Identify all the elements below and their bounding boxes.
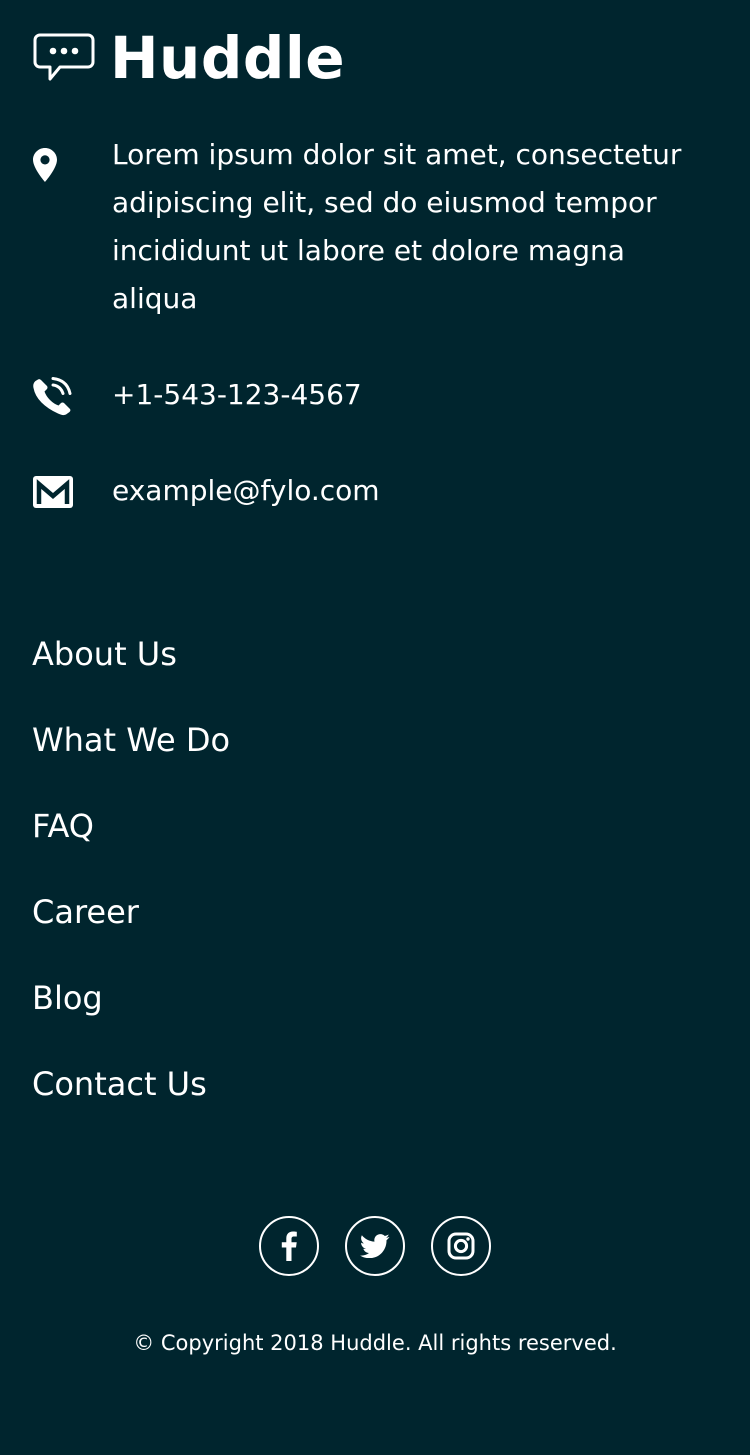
brand-name: Huddle	[110, 24, 346, 92]
nav-link-what-we-do[interactable]: What We Do	[32, 711, 230, 769]
contact-email[interactable]: example@fylo.com	[112, 467, 712, 515]
phone-icon	[33, 377, 72, 416]
location-pin-icon	[33, 148, 57, 182]
contact-address: Lorem ipsum dolor sit amet, consectetur …	[112, 138, 682, 315]
nav-link-career[interactable]: Career	[32, 883, 230, 941]
contact-phone[interactable]: +1-543-123-4567	[112, 371, 712, 419]
twitter-button[interactable]	[345, 1216, 405, 1276]
email-icon	[33, 476, 73, 508]
nav-item-faq: FAQ	[32, 797, 230, 883]
twitter-icon	[360, 1234, 390, 1258]
nav-link-contact-us[interactable]: Contact Us	[32, 1055, 230, 1113]
nav-item-career: Career	[32, 883, 230, 969]
nav-item-about-us: About Us	[32, 625, 230, 711]
chat-bubble-icon	[33, 33, 95, 81]
nav-link-blog[interactable]: Blog	[32, 969, 230, 1027]
instagram-icon	[447, 1232, 475, 1260]
brand-logo[interactable]: Huddle	[32, 26, 345, 90]
facebook-icon	[281, 1231, 297, 1261]
social-links	[0, 1216, 750, 1276]
nav-item-contact-us: Contact Us	[32, 1055, 230, 1141]
facebook-button[interactable]	[259, 1216, 319, 1276]
nav-link-faq[interactable]: FAQ	[32, 797, 230, 855]
site-footer: Huddle Lorem ipsum dolor sit amet, conse…	[0, 0, 750, 1455]
nav-item-what-we-do: What We Do	[32, 711, 230, 797]
nav-item-blog: Blog	[32, 969, 230, 1055]
footer-nav: About Us What We Do FAQ Career Blog Cont…	[32, 625, 230, 1141]
instagram-button[interactable]	[431, 1216, 491, 1276]
nav-link-about-us[interactable]: About Us	[32, 625, 230, 683]
copyright-text: © Copyright 2018 Huddle. All rights rese…	[133, 1331, 617, 1355]
